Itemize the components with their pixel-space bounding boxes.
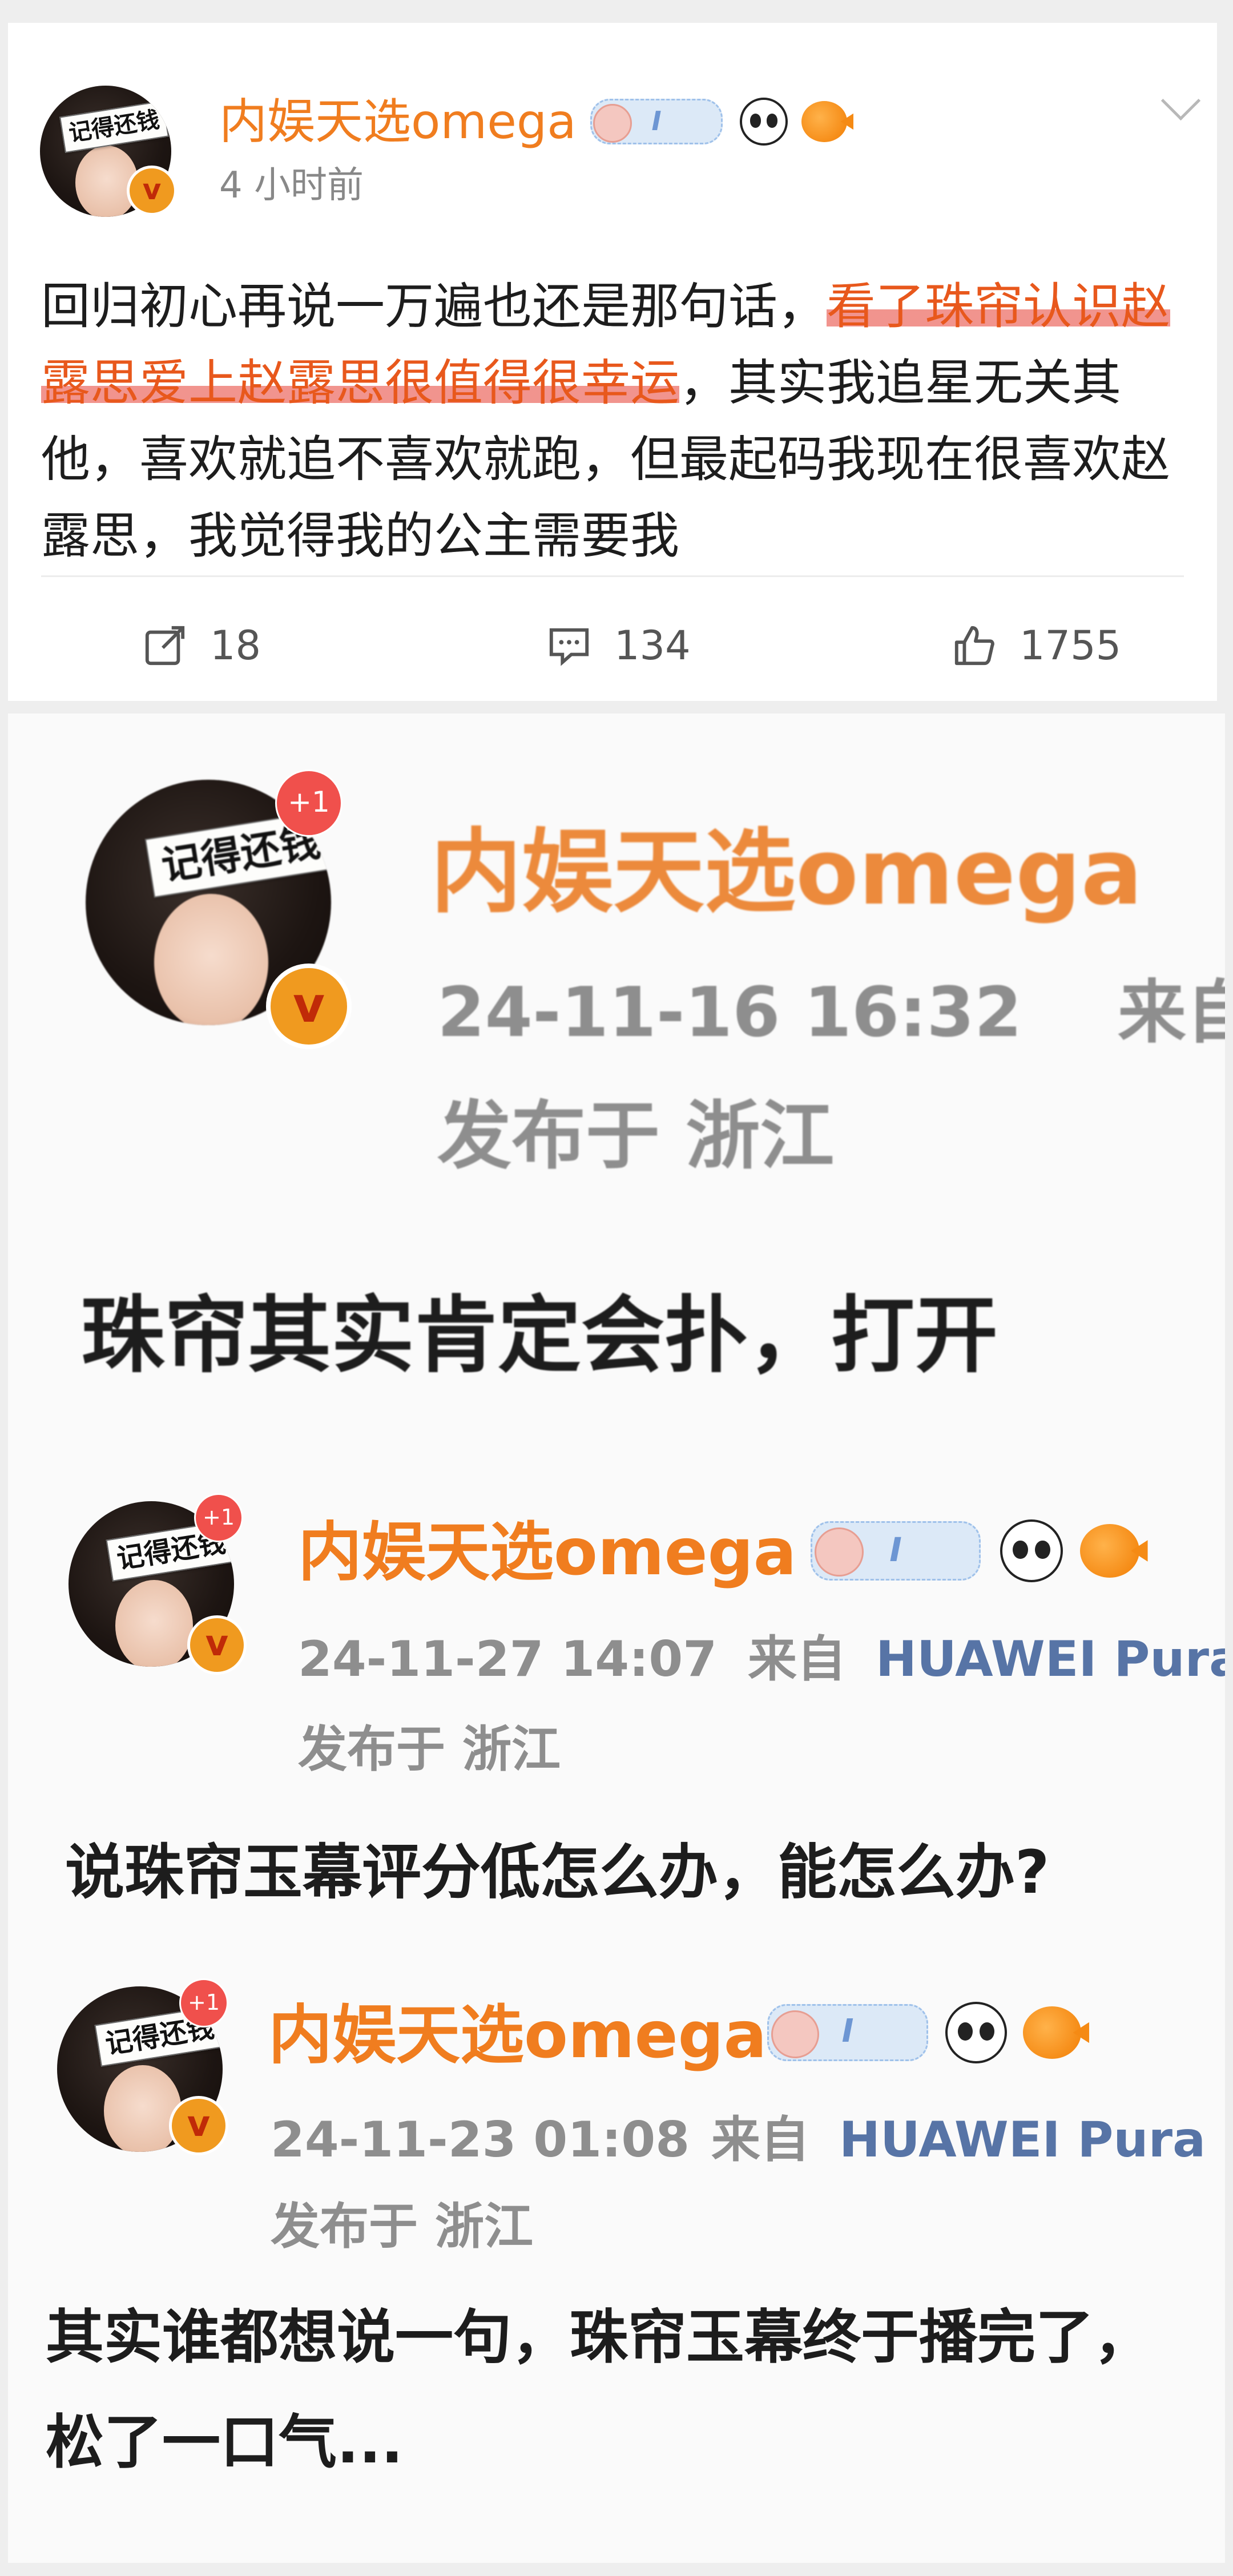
weibo-post-card: 记得还钱 v 内娱天选omega I 4 小时前 回归初心再说一万遍也还是那句话… — [8, 23, 1217, 701]
post-content: 回归初心再说一万遍也还是那句话，看了珠帘认识赵露思爱上赵露思很值得很幸运，其实我… — [41, 268, 1183, 574]
divider — [41, 575, 1184, 577]
screenshot-3-device: HUAWEI Pura 7 — [839, 2111, 1225, 2168]
avatar-sign-text: 记得还钱 — [59, 100, 169, 153]
screenshot-2-level-label: I — [889, 1530, 902, 1569]
post-username[interactable]: 内娱天选omega — [219, 90, 577, 153]
screenshot-2-text: 说珠帘玉幕评分低怎么办，能怎么办? — [65, 1837, 1050, 1907]
screenshot-3-fish-icon — [1023, 2006, 1081, 2059]
screenshot-2-device: HUAWEI Pura — [876, 1631, 1225, 1688]
screenshot-2-from: 来自 — [748, 1631, 846, 1688]
screenshot-1-location: 发布于 浙江 — [437, 1093, 835, 1179]
screenshot-1-from: 来自 — [1118, 973, 1225, 1053]
repost-count: 18 — [210, 622, 261, 669]
screenshot-1-datetime: 24-11-16 16:32 — [437, 973, 1022, 1053]
screenshot-2-panda-icon — [1000, 1519, 1063, 1582]
repost-icon — [145, 626, 185, 666]
screenshot-1-verified-icon: v — [266, 964, 352, 1049]
screenshot-3-badges: I — [767, 2001, 1081, 2064]
fish-icon[interactable] — [801, 101, 847, 142]
screenshot-2-badges: I — [811, 1519, 1139, 1582]
chevron-down-icon[interactable] — [1161, 80, 1201, 121]
screenshot-1-username: 内娱天选omega — [430, 819, 1143, 925]
thumbs-up-icon — [954, 626, 994, 666]
comment-count: 134 — [614, 622, 691, 669]
screenshot-3-panda-icon — [945, 2002, 1007, 2063]
screenshot-3-text-line2: 松了一口气... — [46, 2409, 404, 2477]
screenshot-3-from: 来自 — [711, 2111, 809, 2168]
screenshot-collage: 记得还钱 +1 v 内娱天选omega 24-11-16 16:32 来自 发布… — [8, 713, 1225, 2563]
post-time: 4 小时前 — [219, 164, 364, 207]
screenshot-3-verified-icon: v — [169, 2096, 228, 2155]
screenshot-1-text: 珠帘其实肯定会扑，打开 — [81, 1287, 998, 1384]
post-content-start: 回归初心再说一万遍也还是那句话， — [41, 278, 827, 335]
verified-badge-icon: v — [127, 166, 177, 216]
screenshot-3-plus-badge: +1 — [179, 1978, 228, 2027]
screenshot-3-level-badge-icon: I — [767, 2004, 928, 2061]
like-button[interactable]: 1755 — [952, 622, 1121, 669]
screenshot-2-verified-icon: v — [187, 1615, 247, 1675]
user-badges: I — [590, 96, 847, 147]
screenshot-2-location: 发布于 浙江 — [298, 1721, 561, 1778]
screenshot-3-datetime: 24-11-23 01:08 — [271, 2111, 690, 2168]
comment-icon — [549, 628, 589, 666]
comment-button[interactable]: 134 — [547, 622, 691, 669]
level-badge-icon[interactable]: I — [590, 99, 723, 144]
screenshot-3-location: 发布于 浙江 — [271, 2198, 533, 2255]
level-badge-label: I — [651, 106, 662, 136]
repost-button[interactable]: 18 — [143, 622, 261, 669]
screenshot-2-plus-badge: +1 — [194, 1493, 243, 1542]
screenshot-3-text-line1: 其实谁都想说一句，珠帘玉幕终于播完了， — [46, 2304, 1152, 2372]
screenshot-1-plus-badge: +1 — [275, 769, 342, 837]
screenshot-2-fish-icon — [1080, 1524, 1139, 1578]
like-count: 1755 — [1020, 622, 1122, 669]
panda-icon[interactable] — [740, 98, 788, 146]
screenshot-3-username: 内娱天选omega — [268, 1998, 767, 2073]
screenshot-2-level-badge-icon: I — [811, 1521, 981, 1581]
screenshot-2-datetime: 24-11-27 14:07 — [298, 1631, 718, 1688]
screenshot-3-level-label: I — [841, 2013, 854, 2050]
screenshot-2-username: 内娱天选omega — [298, 1515, 797, 1590]
